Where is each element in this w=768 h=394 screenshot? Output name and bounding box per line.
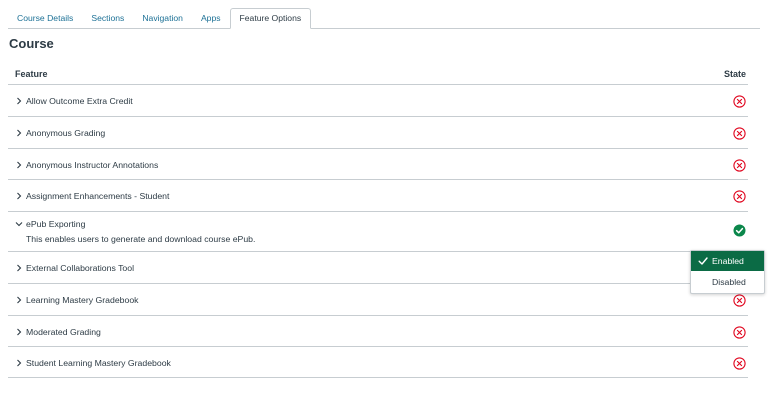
feature-row: External Collaborations Tool (8, 252, 748, 284)
disabled-x-icon[interactable] (733, 159, 746, 172)
settings-tabs: Course Details Sections Navigation Apps … (8, 8, 312, 29)
feature-row: Moderated Grading (8, 316, 748, 347)
disabled-x-icon[interactable] (733, 95, 746, 108)
feature-row: Student Learning Mastery Gradebook (8, 347, 748, 378)
chevron-right-icon[interactable] (15, 161, 23, 169)
feature-label[interactable]: Allow Outcome Extra Credit (26, 96, 133, 106)
feature-label[interactable]: Moderated Grading (26, 327, 101, 337)
menu-option-enabled-label: Enabled (712, 256, 744, 266)
tab-navigation[interactable]: Navigation (133, 8, 192, 29)
feature-row: Allow Outcome Extra Credit (8, 85, 748, 117)
state-dropdown-menu: Enabled Disabled (690, 250, 765, 294)
chevron-right-icon[interactable] (15, 97, 23, 105)
feature-label[interactable]: External Collaborations Tool (26, 263, 134, 273)
feature-label[interactable]: Learning Mastery Gradebook (26, 295, 139, 305)
tab-feature-options[interactable]: Feature Options (229, 8, 312, 29)
chevron-right-icon[interactable] (15, 192, 23, 200)
feature-label[interactable]: Anonymous Instructor Annotations (26, 160, 158, 170)
menu-option-disabled-label: Disabled (712, 277, 746, 287)
disabled-x-icon[interactable] (733, 326, 746, 339)
disabled-x-icon[interactable] (733, 190, 746, 203)
feature-row: Anonymous Instructor Annotations (8, 149, 748, 180)
tab-sections[interactable]: Sections (82, 8, 133, 29)
feature-label[interactable]: ePub Exporting (26, 219, 85, 229)
feature-label[interactable]: Student Learning Mastery Gradebook (26, 358, 171, 368)
chevron-right-icon[interactable] (15, 359, 23, 367)
page-title: Course (9, 36, 54, 51)
feature-row: Learning Mastery Gradebook (8, 284, 748, 316)
chevron-right-icon[interactable] (15, 264, 23, 272)
chevron-right-icon[interactable] (15, 129, 23, 137)
chevron-right-icon[interactable] (15, 296, 23, 304)
feature-label[interactable]: Anonymous Grading (26, 128, 105, 138)
table-header: Feature State (8, 64, 748, 85)
menu-option-disabled[interactable]: Disabled (691, 272, 764, 292)
checkmark-icon (698, 257, 708, 265)
disabled-x-icon[interactable] (733, 294, 746, 307)
feature-row: ePub Exporting This enables users to gene… (8, 212, 748, 252)
chevron-down-icon[interactable] (15, 220, 23, 228)
chevron-right-icon[interactable] (15, 328, 23, 336)
menu-option-enabled[interactable]: Enabled (691, 251, 764, 271)
feature-description: This enables users to generate and downl… (26, 234, 256, 244)
tab-apps[interactable]: Apps (192, 8, 230, 29)
feature-column-header: Feature (15, 69, 48, 79)
disabled-x-icon[interactable] (733, 127, 746, 140)
state-column-header: State (723, 69, 746, 79)
enabled-check-icon[interactable] (733, 224, 746, 237)
feature-row: Assignment Enhancements - Student (8, 180, 748, 212)
disabled-x-icon[interactable] (733, 357, 746, 370)
tab-course-details[interactable]: Course Details (8, 8, 82, 29)
feature-label[interactable]: Assignment Enhancements - Student (26, 191, 169, 201)
feature-row: Anonymous Grading (8, 117, 748, 149)
